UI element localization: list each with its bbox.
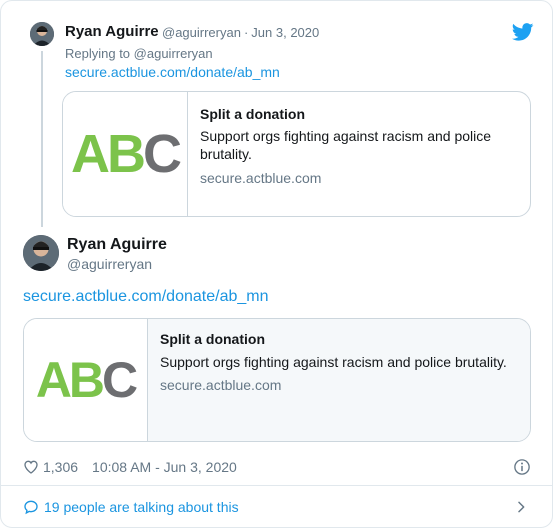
card-description: Support orgs fighting against racism and… [200,128,492,162]
author-meta: @aguirreryan · Jun 3, 2020 [162,25,319,40]
conversation-link[interactable]: 19 people are talking about this [23,499,239,515]
card-description: Support orgs fighting against racism and… [160,354,507,370]
author-name[interactable]: Ryan Aguirre [65,23,159,40]
tweet-stats: 1,306 10:08 AM - Jun 3, 2020 [23,459,237,475]
info-icon[interactable] [513,458,531,476]
card-title: Split a donation [200,106,305,122]
link-card[interactable]: ABC Split a donation Support orgs fighti… [62,91,531,217]
avatar-image [23,235,59,271]
avatar[interactable] [23,235,59,271]
replying-handle[interactable]: @aguirreryan [134,46,213,61]
tweet-timestamp[interactable]: 10:08 AM - Jun 3, 2020 [92,459,237,475]
parent-tweet[interactable]: Ryan Aguirre @aguirreryan · Jun 3, 2020 Re… [1,1,552,233]
card-thumbnail: ABC [63,92,188,216]
speech-bubble-icon [24,500,38,515]
divider [1,485,552,486]
card-domain: secure.actblue.com [160,377,282,393]
tweet-link[interactable]: secure.actblue.com/donate/ab_mn [65,64,280,80]
tweet-date[interactable]: Jun 3, 2020 [251,25,319,40]
link-card[interactable]: ABC Split a donation Support orgs fighti… [23,318,531,442]
abc-logo: ABC [35,352,138,408]
heart-icon[interactable] [23,459,39,475]
chevron-right-icon[interactable] [513,499,529,515]
abc-logo: ABC [71,124,182,184]
replying-prefix: Replying to [65,46,131,61]
conversation-text: 19 people are talking about this [44,499,239,515]
author-handle[interactable]: @aguirreryan [67,256,152,272]
author-handle[interactable]: @aguirreryan [162,25,241,40]
card-body: Split a donation Support orgs fighting a… [188,92,530,216]
tweet-embed: Ryan Aguirre @aguirreryan · Jun 3, 2020 Re… [0,0,553,528]
separator: · [243,25,249,40]
thread-line [41,51,43,227]
twitter-bird-icon[interactable] [512,23,534,41]
replying-to: Replying to @aguirreryan [65,46,213,61]
tweet-link[interactable]: secure.actblue.com/donate/ab_mn [23,288,268,306]
card-title: Split a donation [160,331,265,347]
avatar[interactable] [30,22,54,46]
card-domain: secure.actblue.com [200,170,322,186]
author-name[interactable]: Ryan Aguirre [67,236,167,254]
like-count[interactable]: 1,306 [43,459,78,475]
card-thumbnail: ABC [24,319,148,441]
avatar-image [30,22,54,46]
card-body: Split a donation Support orgs fighting a… [148,319,530,441]
